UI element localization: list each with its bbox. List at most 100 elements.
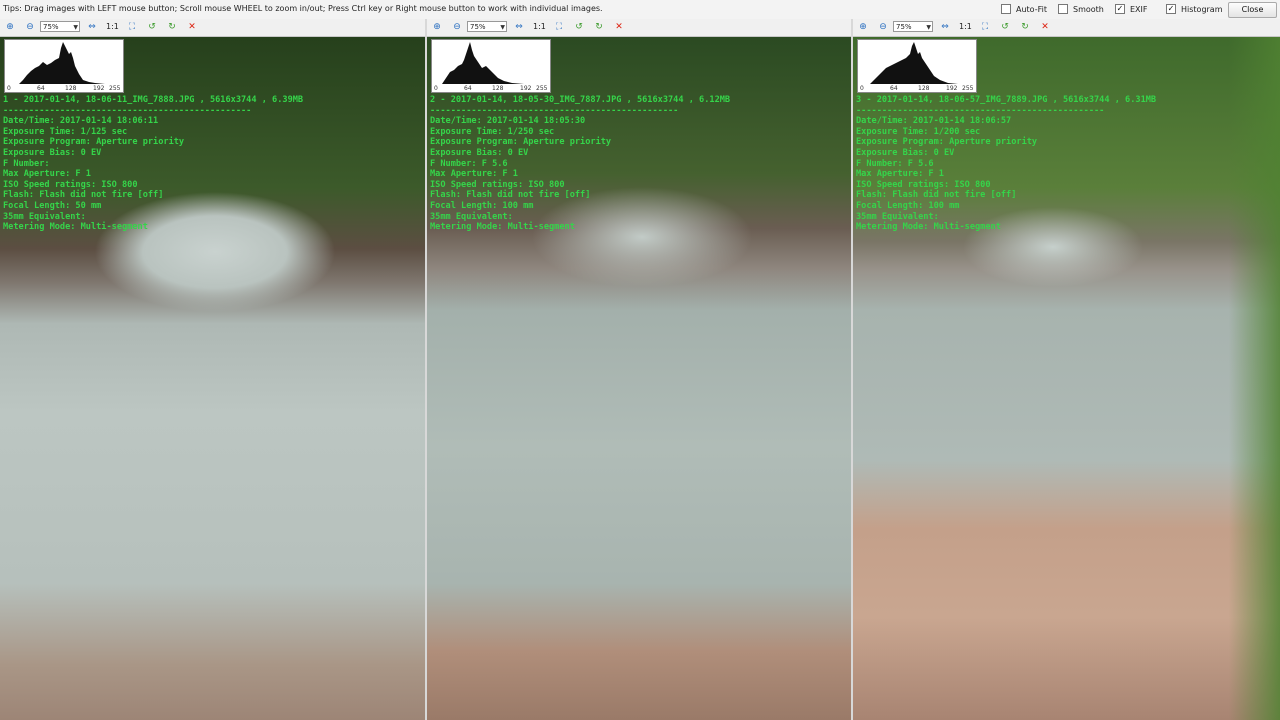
zoom-value: 75% bbox=[470, 23, 486, 31]
zoom-in-icon[interactable]: ⊕ bbox=[4, 21, 16, 33]
rotate-right-icon[interactable]: ↻ bbox=[593, 21, 605, 33]
exif-metering-mode: Metering Mode: Multi-segment bbox=[3, 222, 148, 233]
exif-datetime: Date/Time: 2017-01-14 18:06:11 bbox=[3, 116, 159, 127]
exif-label: EXIF bbox=[1130, 4, 1148, 14]
histogram-2: 0 64 128 192 255 bbox=[431, 39, 551, 93]
autofit-checkbox[interactable] bbox=[1001, 4, 1011, 14]
smooth-label: Smooth bbox=[1073, 4, 1104, 14]
exif-info-3: 3 - 2017-01-14, 18-06-57_IMG_7889.JPG , … bbox=[856, 95, 1156, 233]
fit-icon[interactable]: ⇔ bbox=[86, 21, 98, 33]
exif-exposure-program: Exposure Program: Aperture priority bbox=[3, 137, 185, 148]
chevron-down-icon: ▼ bbox=[73, 24, 78, 31]
exif-exposure-time: Exposure Time: 1/125 sec bbox=[3, 126, 128, 137]
exif-f-number: F Number: F 5.6 bbox=[430, 158, 508, 169]
close-pane-icon[interactable]: ✕ bbox=[186, 21, 198, 33]
chevron-down-icon: ▼ bbox=[926, 24, 931, 31]
exif-checkbox[interactable]: ✓ bbox=[1115, 4, 1125, 14]
file-title: 2 - 2017-01-14, 18-05-30_IMG_7887.JPG , … bbox=[430, 95, 731, 105]
fit-icon[interactable]: ⇔ bbox=[939, 21, 951, 33]
zoom-select[interactable]: 75% ▼ bbox=[40, 21, 80, 32]
autofit-label: Auto-Fit bbox=[1016, 4, 1047, 14]
histogram-label: Histogram bbox=[1181, 4, 1223, 14]
separator: ----------------------------------------… bbox=[856, 105, 1105, 116]
exif-focal-length: Focal Length: 50 mm bbox=[3, 200, 102, 211]
rotate-right-icon[interactable]: ↻ bbox=[166, 21, 178, 33]
zoom-out-icon[interactable]: ⊖ bbox=[24, 21, 36, 33]
histogram-option[interactable]: ✓ Histogram bbox=[1166, 4, 1223, 14]
exif-flash: Flash: Flash did not fire [off] bbox=[430, 190, 591, 201]
histogram-graph bbox=[870, 42, 958, 84]
image-pane-1[interactable]: ⊕ ⊖ 75% ▼ ⇔ 1:1 ⛶ ↺ ↻ ✕ 0 64 128 192 255 … bbox=[0, 19, 425, 720]
exif-metering-mode: Metering Mode: Multi-segment bbox=[430, 222, 575, 233]
exif-exposure-bias: Exposure Bias: 0 EV bbox=[430, 147, 529, 158]
exif-35mm-equivalent: 35mm Equivalent: bbox=[430, 211, 513, 222]
smooth-option[interactable]: Smooth bbox=[1058, 4, 1104, 14]
zoom-select[interactable]: 75% ▼ bbox=[893, 21, 933, 32]
exif-flash: Flash: Flash did not fire [off] bbox=[856, 190, 1017, 201]
pane-toolbar: ⊕ ⊖ 75% ▼ ⇔ 1:1 ⛶ ↺ ↻ ✕ bbox=[0, 19, 425, 37]
rotate-left-icon[interactable]: ↺ bbox=[146, 21, 158, 33]
rotate-right-icon[interactable]: ↻ bbox=[1019, 21, 1031, 33]
image-pane-2[interactable]: ⊕ ⊖ 75% ▼ ⇔ 1:1 ⛶ ↺ ↻ ✕ 0 64 128 192 255 … bbox=[427, 19, 852, 720]
fit-icon[interactable]: ⇔ bbox=[513, 21, 525, 33]
zoom-out-icon[interactable]: ⊖ bbox=[877, 21, 889, 33]
exif-focal-length: Focal Length: 100 mm bbox=[856, 200, 960, 211]
exif-datetime: Date/Time: 2017-01-14 18:06:57 bbox=[856, 116, 1012, 127]
histogram-checkbox[interactable]: ✓ bbox=[1166, 4, 1176, 14]
exif-iso: ISO Speed ratings: ISO 800 bbox=[3, 179, 138, 190]
photo-3[interactable]: 0 64 128 192 255 3 - 2017-01-14, 18-06-5… bbox=[853, 37, 1280, 720]
tips-text: Tips: Drag images with LEFT mouse button… bbox=[3, 4, 603, 13]
close-pane-icon[interactable]: ✕ bbox=[1039, 21, 1051, 33]
exif-datetime: Date/Time: 2017-01-14 18:05:30 bbox=[430, 116, 586, 127]
fullscreen-icon[interactable]: ⛶ bbox=[553, 21, 565, 33]
close-button[interactable]: Close bbox=[1228, 2, 1277, 18]
exif-focal-length: Focal Length: 100 mm bbox=[430, 200, 534, 211]
histogram-graph bbox=[19, 42, 105, 84]
zoom-out-icon[interactable]: ⊖ bbox=[451, 21, 463, 33]
exif-exposure-time: Exposure Time: 1/250 sec bbox=[430, 126, 555, 137]
top-toolbar: Tips: Drag images with LEFT mouse button… bbox=[0, 0, 1280, 20]
smooth-checkbox[interactable] bbox=[1058, 4, 1068, 14]
zoom-in-icon[interactable]: ⊕ bbox=[857, 21, 869, 33]
histogram-1: 0 64 128 192 255 bbox=[4, 39, 124, 93]
exif-exposure-program: Exposure Program: Aperture priority bbox=[430, 137, 612, 148]
separator: ----------------------------------------… bbox=[3, 105, 252, 116]
exif-exposure-time: Exposure Time: 1/200 sec bbox=[856, 126, 981, 137]
zoom-value: 75% bbox=[896, 23, 912, 31]
exif-35mm-equivalent: 35mm Equivalent: bbox=[3, 211, 86, 222]
exif-max-aperture: Max Aperture: F 1 bbox=[856, 169, 944, 180]
exif-iso: ISO Speed ratings: ISO 800 bbox=[430, 179, 565, 190]
rotate-left-icon[interactable]: ↺ bbox=[999, 21, 1011, 33]
zoom-value: 75% bbox=[43, 23, 59, 31]
autofit-option[interactable]: Auto-Fit bbox=[1001, 4, 1047, 14]
exif-exposure-bias: Exposure Bias: 0 EV bbox=[3, 147, 102, 158]
fullscreen-icon[interactable]: ⛶ bbox=[126, 21, 138, 33]
pane-toolbar: ⊕ ⊖ 75% ▼ ⇔ 1:1 ⛶ ↺ ↻ ✕ bbox=[853, 19, 1280, 37]
exif-35mm-equivalent: 35mm Equivalent: bbox=[856, 211, 939, 222]
pane-toolbar: ⊕ ⊖ 75% ▼ ⇔ 1:1 ⛶ ↺ ↻ ✕ bbox=[427, 19, 852, 37]
histogram-3: 0 64 128 192 255 bbox=[857, 39, 977, 93]
exif-exposure-program: Exposure Program: Aperture priority bbox=[856, 137, 1038, 148]
photo-1[interactable]: 0 64 128 192 255 1 - 2017-01-14, 18-06-1… bbox=[0, 37, 425, 720]
exif-option[interactable]: ✓ EXIF bbox=[1115, 4, 1148, 14]
exif-max-aperture: Max Aperture: F 1 bbox=[430, 169, 518, 180]
one-to-one-button[interactable]: 1:1 bbox=[533, 21, 546, 33]
photo-2[interactable]: 0 64 128 192 255 2 - 2017-01-14, 18-05-3… bbox=[427, 37, 852, 720]
exif-flash: Flash: Flash did not fire [off] bbox=[3, 190, 164, 201]
exif-f-number: F Number: F 5.6 bbox=[856, 158, 934, 169]
exif-metering-mode: Metering Mode: Multi-segment bbox=[856, 222, 1001, 233]
exif-max-aperture: Max Aperture: F 1 bbox=[3, 169, 91, 180]
zoom-select[interactable]: 75% ▼ bbox=[467, 21, 507, 32]
one-to-one-button[interactable]: 1:1 bbox=[959, 21, 972, 33]
exif-exposure-bias: Exposure Bias: 0 EV bbox=[856, 147, 955, 158]
file-title: 3 - 2017-01-14, 18-06-57_IMG_7889.JPG , … bbox=[856, 95, 1157, 105]
histogram-graph bbox=[442, 42, 524, 84]
zoom-in-icon[interactable]: ⊕ bbox=[431, 21, 443, 33]
chevron-down-icon: ▼ bbox=[500, 24, 505, 31]
exif-f-number: F Number: bbox=[3, 158, 50, 169]
close-pane-icon[interactable]: ✕ bbox=[613, 21, 625, 33]
rotate-left-icon[interactable]: ↺ bbox=[573, 21, 585, 33]
fullscreen-icon[interactable]: ⛶ bbox=[979, 21, 991, 33]
one-to-one-button[interactable]: 1:1 bbox=[106, 21, 119, 33]
image-pane-3[interactable]: ⊕ ⊖ 75% ▼ ⇔ 1:1 ⛶ ↺ ↻ ✕ 0 64 128 192 255 … bbox=[853, 19, 1280, 720]
